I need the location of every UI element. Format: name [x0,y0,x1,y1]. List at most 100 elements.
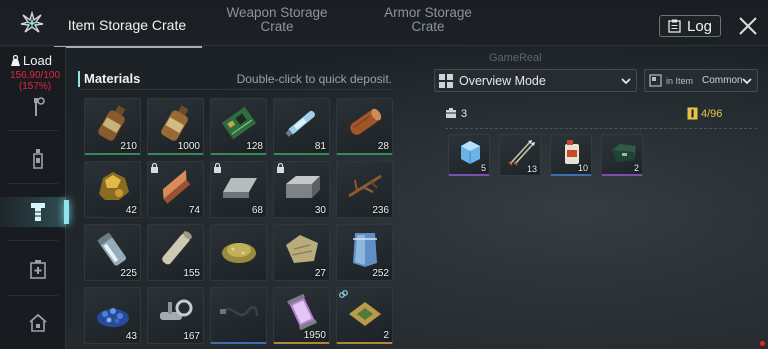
material-slot[interactable]: 30 [273,161,330,218]
log-label: Log [686,17,713,35]
circuit-board-icon [221,106,257,140]
item-quantity: 27 [314,268,326,279]
bolt-icon[interactable] [28,201,48,223]
clipboard-icon [668,19,681,33]
close-icon[interactable] [738,16,758,36]
load-label: Load [23,53,52,68]
cable-icon [220,306,259,317]
material-slot[interactable] [210,224,267,281]
materials-title: Materials [84,71,141,86]
valve-icon [160,299,193,320]
view-mode-label: Overview Mode [459,74,546,88]
material-slot[interactable]: 210 [84,98,141,155]
tab-weapon-storage[interactable]: Weapon Storage Crate [215,6,339,34]
medkit-icon[interactable] [28,258,48,280]
storage-slot[interactable]: 10 [550,134,592,176]
log-button[interactable]: Log [659,15,721,37]
filter-scope-label: in Item [666,76,694,86]
material-slot[interactable] [210,287,267,344]
tab-item-storage[interactable]: Item Storage Crate [54,18,202,48]
bottle-icon [161,105,189,141]
weight-icon [11,54,20,66]
item-quantity: 43 [125,331,137,342]
filter-icon [649,74,662,87]
material-slot[interactable]: 225 [84,224,141,281]
tab-armor-storage[interactable]: Armor Storage Crate [372,6,484,34]
filter-value: Common [702,75,743,86]
pipe-icon [162,231,192,265]
item-quantity: 236 [372,205,389,216]
glass-vial-icon [97,232,126,266]
material-slot[interactable]: 1000 [147,98,204,155]
material-slot[interactable]: 155 [147,224,204,281]
chevron-down-icon [621,78,631,85]
storage-capacity: 4/96 [701,108,723,120]
material-slot[interactable]: 74 [147,161,204,218]
energy-cell-icon [287,293,317,331]
item-quantity: 252 [372,268,389,279]
item-quantity: 2 [633,163,639,173]
item-quantity: 30 [314,205,326,216]
material-slot[interactable]: 2 [336,287,393,344]
load-indicator: Load [10,53,52,68]
item-quantity: 42 [125,205,137,216]
material-slot[interactable]: 1950 [273,287,330,344]
load-value: 156.90/100 (157%) [6,70,64,92]
material-slot[interactable]: 128 [210,98,267,155]
storage-slot[interactable]: 5 [448,134,490,176]
item-quantity: 5 [480,163,486,173]
star-logo-icon [20,11,44,33]
storage-slot[interactable]: 13 [499,134,541,176]
item-quantity: 1000 [177,141,200,152]
item-quantity: 74 [188,205,200,216]
blue-gems-icon [97,308,129,327]
item-quantity: 155 [183,268,200,279]
item-quantity: 13 [526,164,537,174]
chevron-down-icon [742,78,752,85]
wood-log-icon [350,108,382,135]
materials-header: Materials Double-click to quick deposit. [78,71,394,87]
load-weight: 156.90/100 [9,70,61,81]
storage-slot[interactable]: 2 [601,134,643,176]
branch-icon [348,174,382,198]
materials-hint: Double-click to quick deposit. [236,72,392,86]
material-slot[interactable]: 167 [147,287,204,344]
material-slot[interactable]: 43 [84,287,141,344]
material-slot[interactable]: 68 [210,161,267,218]
material-slot[interactable]: 27 [273,224,330,281]
material-slot[interactable]: 236 [336,161,393,218]
sidebar-divider [8,240,58,241]
house-icon[interactable] [28,312,48,334]
material-slot[interactable]: 28 [336,98,393,155]
bottle-icon [98,105,126,141]
grid-icon [439,74,453,88]
item-quantity: 2 [383,330,389,341]
item-quantity: 128 [246,141,263,152]
bottle-icon[interactable] [28,148,48,170]
item-quantity: 225 [120,268,137,279]
item-quantity: 28 [377,141,389,152]
item-quantity: 81 [314,141,326,152]
material-slot[interactable]: 81 [273,98,330,155]
steel-plate-icon [223,178,257,198]
crate-icon [446,108,456,118]
ice-cube-icon [461,141,480,164]
load-percent: (157%) [18,81,52,92]
material-slot[interactable]: 252 [336,224,393,281]
notification-dot [760,341,765,346]
capacity-icon [687,107,698,120]
arrows-icon [508,140,535,166]
tools-icon[interactable] [28,96,48,118]
cloth-icon [286,235,318,263]
item-quantity: 68 [251,205,263,216]
item-quantity: 167 [183,331,200,342]
item-quantity: 10 [577,163,588,173]
watermark: GameReal [489,52,542,64]
storage-divider [445,128,757,129]
view-mode-dropdown[interactable]: Overview Mode [434,69,637,92]
fuel-canister-icon [565,140,579,164]
sidebar-divider [8,295,58,296]
rarity-filter-dropdown[interactable]: in Item Common [644,69,758,92]
materials-divider [80,89,394,90]
material-slot[interactable]: 42 [84,161,141,218]
